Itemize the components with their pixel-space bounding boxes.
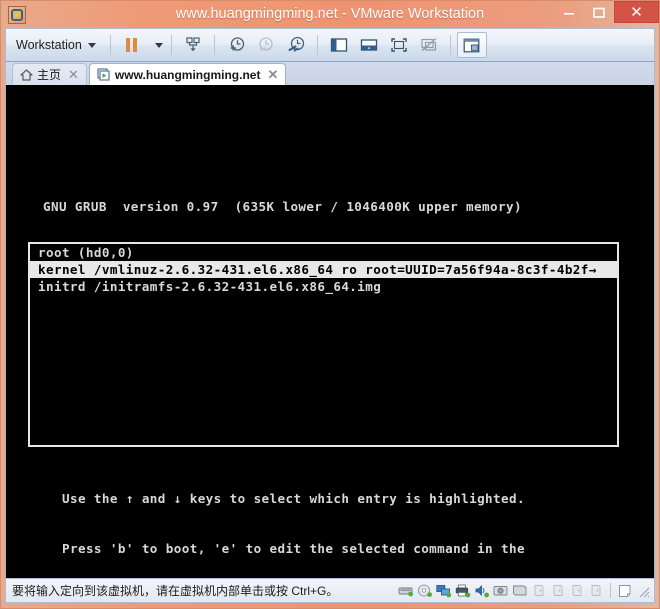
unity-mode-icon [421, 37, 437, 52]
vm-console-screen[interactable]: GNU GRUB version 0.97 (635K lower / 1046… [5, 85, 655, 578]
usb-device-icon [553, 585, 563, 596]
close-button[interactable]: ✕ [614, 1, 659, 23]
printer-icon [455, 584, 471, 597]
grub-menu-entry[interactable]: initrd /initramfs-2.6.32-431.el6.x86_64.… [30, 278, 617, 295]
minimize-button[interactable] [554, 1, 584, 23]
toolbar-divider [316, 35, 318, 55]
display-icon [513, 585, 527, 596]
window-controls: ✕ [554, 1, 659, 23]
tab-vm-label: www.huangmingming.net [114, 67, 261, 82]
tab-home-close-icon[interactable]: ✕ [67, 68, 80, 81]
library-pane-icon [330, 38, 347, 52]
manage-button[interactable] [178, 32, 208, 58]
vm-tab-bar: 主页 ✕ www.huangmingming.net ✕ [5, 61, 655, 85]
full-screen-button[interactable] [384, 32, 414, 58]
toolbar-divider [449, 35, 451, 55]
usb-device-icon [534, 585, 544, 596]
revert-snapshot-button[interactable] [251, 32, 281, 58]
grub-menu-box: root (hd0,0) kernel /vmlinuz-2.6.32-431.… [28, 242, 619, 447]
console-view-button[interactable] [456, 32, 487, 58]
snapshot-manager-button[interactable] [281, 32, 311, 58]
title-bar: www.huangmingming.net - VMware Workstati… [1, 1, 659, 28]
notes-icon [618, 584, 630, 597]
console-view-icon [463, 38, 480, 52]
status-network[interactable] [436, 584, 452, 598]
window-bottom-frame [1, 603, 659, 608]
snapshot-add-icon [230, 37, 244, 51]
toolbar: Workstation [5, 28, 655, 61]
fullscreen-icon [391, 38, 407, 52]
usb-device-icon [572, 585, 582, 596]
pause-button[interactable] [117, 32, 147, 58]
toolbar-divider [109, 35, 111, 55]
pause-icon [126, 38, 138, 52]
cd-dvd-icon [417, 583, 432, 597]
status-notes[interactable] [617, 584, 633, 598]
vmware-workstation-window: www.huangmingming.net - VMware Workstati… [0, 0, 660, 609]
status-device-tray [398, 583, 652, 598]
status-cd-dvd[interactable] [417, 583, 433, 598]
resize-grip-icon [639, 587, 650, 597]
show-thumbnails-button[interactable] [354, 32, 384, 58]
snapshot-manager-icon [288, 36, 304, 52]
unity-mode-button[interactable] [414, 32, 444, 58]
show-library-button[interactable] [324, 32, 354, 58]
status-usb-4[interactable] [588, 584, 604, 598]
workstation-menu-label: Workstation [16, 38, 82, 52]
workstation-menu-button[interactable]: Workstation [6, 33, 104, 57]
grub-menu-entry-selected[interactable]: kernel /vmlinuz-2.6.32-431.el6.x86_64 ro… [30, 261, 617, 278]
camera-icon [493, 586, 508, 596]
home-icon [20, 68, 33, 81]
hard-disk-icon [398, 587, 413, 597]
toolbar-divider [170, 35, 172, 55]
status-divider [610, 583, 611, 598]
tab-vm-close-icon[interactable]: ✕ [266, 68, 279, 81]
status-sound[interactable] [474, 584, 490, 598]
chevron-down-icon [154, 42, 163, 48]
grub-help-line: Press 'b' to boot, 'e' to edit the selec… [62, 540, 525, 556]
tab-vm[interactable]: www.huangmingming.net ✕ [88, 63, 287, 85]
status-usb-3[interactable] [569, 584, 585, 598]
install-tools-icon [186, 37, 200, 52]
status-bar: 要将输入定向到该虚拟机，请在虚拟机内部单击或按 Ctrl+G。 [5, 578, 655, 603]
tab-home-label: 主页 [37, 68, 62, 82]
sound-card-icon [475, 584, 489, 597]
grub-help-line: Use the ↑ and ↓ keys to select which ent… [62, 490, 525, 506]
toolbar-divider [213, 35, 215, 55]
power-dropdown-button[interactable] [147, 32, 165, 58]
vmware-logo-icon [8, 5, 26, 24]
status-camera[interactable] [493, 584, 509, 598]
status-usb-2[interactable] [550, 584, 566, 598]
chevron-down-icon [87, 42, 96, 48]
usb-device-icon [591, 585, 601, 596]
virtual-machine-icon [97, 68, 110, 81]
resize-grip[interactable] [638, 585, 650, 597]
network-adapter-icon [436, 584, 452, 597]
tab-home[interactable]: 主页 ✕ [12, 63, 87, 85]
status-display[interactable] [512, 584, 528, 598]
thumbnail-bar-icon [360, 39, 377, 51]
status-printer[interactable] [455, 584, 471, 598]
status-hard-disk[interactable] [398, 584, 414, 598]
grub-version-header: GNU GRUB version 0.97 (635K lower / 1046… [43, 199, 522, 214]
status-message: 要将输入定向到该虚拟机，请在虚拟机内部单击或按 Ctrl+G。 [12, 584, 339, 598]
grub-menu-entry[interactable]: root (hd0,0) [30, 244, 617, 261]
maximize-button[interactable] [584, 1, 614, 23]
snapshot-revert-icon [259, 37, 273, 51]
status-usb-1[interactable] [531, 584, 547, 598]
take-snapshot-button[interactable] [221, 32, 251, 58]
grub-help-text: Use the ↑ and ↓ keys to select which ent… [62, 457, 549, 578]
